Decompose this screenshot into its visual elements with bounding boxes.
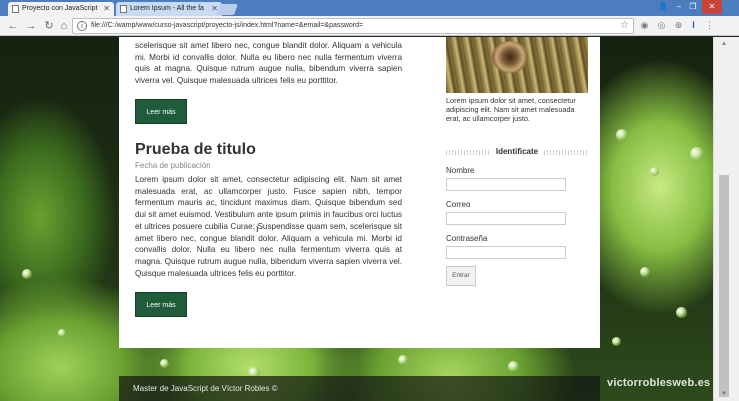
text-cursor-icon: I bbox=[256, 224, 259, 234]
post-excerpt: scelerisque sit amet libero nec, congue … bbox=[135, 41, 402, 86]
minimize-icon[interactable]: – bbox=[672, 0, 686, 14]
water-drop bbox=[508, 361, 519, 372]
url-text[interactable]: file:///C:/wamp/www/curso-javascript/pro… bbox=[91, 22, 363, 29]
extension-icon[interactable]: ◉ bbox=[639, 20, 650, 31]
tab-label: Lorem Ipsum - All the fa bbox=[130, 5, 204, 12]
water-drop bbox=[690, 147, 704, 161]
home-icon[interactable]: ⌂ bbox=[57, 19, 71, 33]
page-footer: Master de JavaScript de Víctor Robles © bbox=[119, 376, 600, 401]
main-content: scelerisque sit amet libero nec, congue … bbox=[119, 37, 600, 348]
image-caption: Lorem ipsum dolor sit amet, consectetur … bbox=[446, 96, 576, 123]
back-icon[interactable]: ← bbox=[6, 19, 20, 33]
extension-icon[interactable]: ⊕ bbox=[673, 20, 684, 31]
water-drop bbox=[676, 307, 687, 318]
post-1: scelerisque sit amet libero nec, congue … bbox=[135, 40, 402, 124]
window-close-icon[interactable]: ✕ bbox=[702, 0, 722, 14]
vertical-scrollbar[interactable]: ▲ ▼ bbox=[713, 37, 739, 401]
read-more-button[interactable]: Leer más bbox=[135, 292, 187, 318]
water-drop bbox=[616, 129, 628, 141]
tab-proyecto[interactable]: Proyecto con JavaScript ✕ bbox=[8, 2, 114, 16]
post-title: Prueba de titulo bbox=[135, 141, 256, 158]
sidebar-caption-block: Lorem ipsum dolor sit amet, consectetur … bbox=[446, 96, 588, 123]
browser-toolbar: ← → ↻ ⌂ i file:///C:/wamp/www/curso-java… bbox=[0, 16, 739, 36]
water-drop bbox=[398, 355, 408, 365]
sidebar-image bbox=[446, 37, 588, 93]
water-drop bbox=[160, 359, 169, 368]
tab-lorem-ipsum[interactable]: Lorem Ipsum - All the fa ✕ bbox=[116, 2, 222, 16]
water-drop bbox=[640, 267, 650, 277]
new-tab-button[interactable] bbox=[215, 4, 239, 15]
read-more-button[interactable]: Leer más bbox=[135, 98, 187, 124]
page-icon bbox=[120, 5, 127, 13]
extension-icon[interactable]: ◎ bbox=[656, 20, 667, 31]
widget-title-text: Identificate bbox=[491, 147, 543, 156]
tab-label: Proyecto con JavaScript bbox=[22, 5, 98, 12]
snail-shell bbox=[492, 41, 528, 73]
name-field[interactable] bbox=[446, 178, 566, 191]
login-widget: Identificate Nombre Correo Contraseña En… bbox=[446, 147, 588, 286]
scroll-down-icon[interactable]: ▼ bbox=[719, 389, 729, 399]
email-field[interactable] bbox=[446, 212, 566, 225]
menu-icon[interactable]: ⋮ bbox=[704, 20, 715, 31]
reload-icon[interactable]: ↻ bbox=[42, 19, 56, 33]
extension-icon[interactable]: I bbox=[688, 20, 699, 31]
password-field[interactable] bbox=[446, 246, 566, 259]
info-icon[interactable]: i bbox=[77, 21, 87, 31]
forward-icon[interactable]: → bbox=[24, 19, 38, 33]
watermark: victorroblesweb.es bbox=[607, 377, 711, 389]
post-2: Prueba de titulo Fecha de publicación Lo… bbox=[135, 141, 402, 318]
widget-title: Identificate bbox=[446, 147, 588, 157]
maximize-icon[interactable]: ❐ bbox=[686, 0, 700, 14]
post-body: Lorem ipsum dolor sit amet, consectetur … bbox=[135, 175, 402, 278]
page-icon bbox=[12, 5, 19, 13]
name-label: Nombre bbox=[446, 166, 475, 175]
water-drop bbox=[58, 329, 66, 337]
title-rule bbox=[544, 150, 588, 155]
water-drop bbox=[650, 167, 659, 176]
water-drop bbox=[22, 269, 32, 279]
user-icon[interactable]: 👤 bbox=[656, 0, 670, 14]
browser-titlebar: Proyecto con JavaScript ✕ Lorem Ipsum - … bbox=[0, 0, 739, 16]
bookmark-star-icon[interactable]: ☆ bbox=[620, 20, 629, 31]
post-date: Fecha de publicación bbox=[135, 161, 211, 170]
water-drop bbox=[612, 337, 621, 346]
password-label: Contraseña bbox=[446, 234, 488, 243]
footer-text: Master de JavaScript de Víctor Robles © bbox=[133, 384, 278, 393]
title-rule bbox=[446, 150, 490, 155]
address-bar[interactable]: i file:///C:/wamp/www/curso-javascript/p… bbox=[72, 18, 634, 34]
submit-button[interactable]: Entrar bbox=[446, 266, 476, 286]
email-label: Correo bbox=[446, 200, 471, 209]
scrollbar-thumb[interactable] bbox=[719, 175, 729, 397]
scroll-up-icon[interactable]: ▲ bbox=[719, 39, 729, 49]
close-icon[interactable]: ✕ bbox=[103, 4, 110, 13]
